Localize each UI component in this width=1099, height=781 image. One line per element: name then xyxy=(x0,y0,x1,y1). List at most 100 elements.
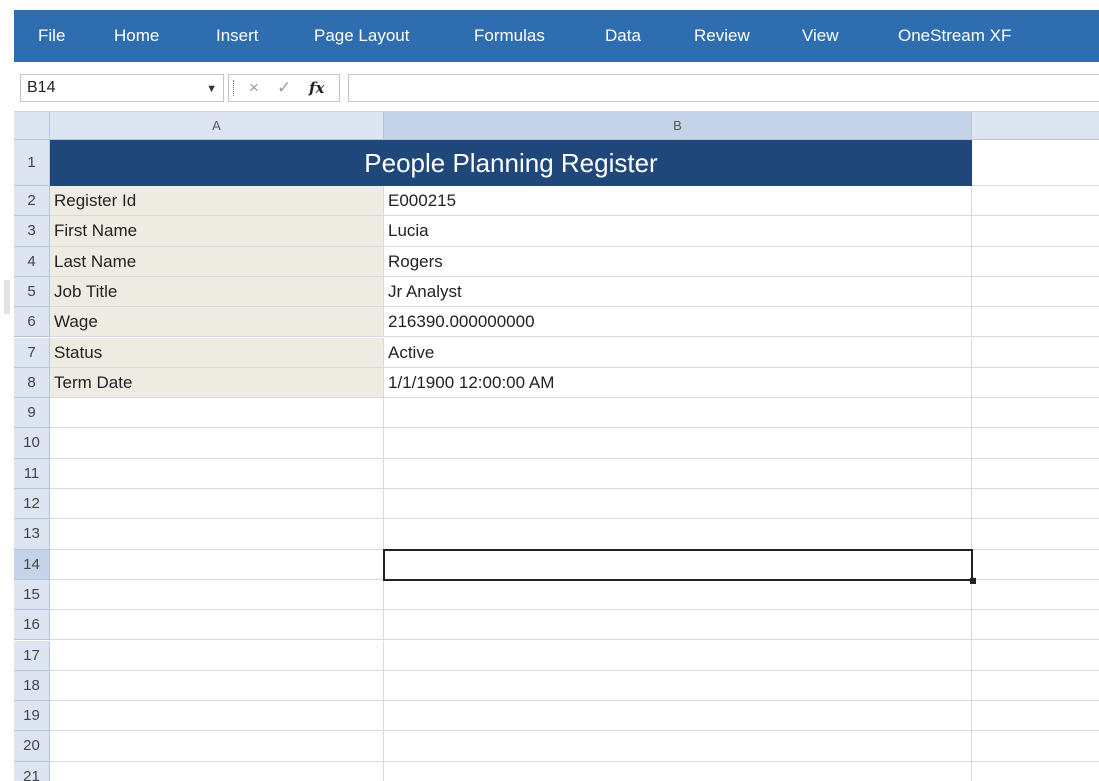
cell-c2[interactable] xyxy=(972,186,1099,217)
cell-b13[interactable] xyxy=(384,519,972,550)
tab-formulas[interactable]: Formulas xyxy=(474,10,545,62)
cell-c19[interactable] xyxy=(972,701,1099,732)
cell-a12[interactable] xyxy=(50,489,384,520)
row-header-12[interactable]: 12 xyxy=(14,489,50,520)
cell-c5[interactable] xyxy=(972,277,1099,308)
tab-file[interactable]: File xyxy=(38,10,65,62)
cell-c15[interactable] xyxy=(972,580,1099,611)
cell-b8[interactable]: 1/1/1900 12:00:00 AM xyxy=(384,367,972,399)
cell-b2[interactable]: E000215 xyxy=(384,186,972,217)
row-header-19[interactable]: 19 xyxy=(14,701,50,732)
cell-c18[interactable] xyxy=(972,671,1099,702)
cell-a21[interactable] xyxy=(50,761,384,781)
column-header-b[interactable]: B xyxy=(384,112,972,140)
cell-c7[interactable] xyxy=(972,338,1099,368)
cell-c6[interactable] xyxy=(972,307,1099,338)
select-all-corner[interactable] xyxy=(14,112,50,140)
row-header-20[interactable]: 20 xyxy=(14,731,50,762)
cell-a19[interactable] xyxy=(50,701,384,732)
cell-b4[interactable]: Rogers xyxy=(384,246,972,277)
cell-a3[interactable]: First Name xyxy=(50,216,384,247)
row-header-6[interactable]: 6 xyxy=(14,307,50,338)
cell-a5[interactable]: Job Title xyxy=(50,276,384,308)
row-header-9[interactable]: 9 xyxy=(14,398,50,429)
fill-handle[interactable] xyxy=(970,577,976,584)
cell-c9[interactable] xyxy=(972,398,1099,429)
insert-function-icon[interactable]: fx xyxy=(309,79,324,97)
cell-c12[interactable] xyxy=(972,489,1099,520)
row-header-4[interactable]: 4 xyxy=(14,246,50,277)
drag-handle-icon[interactable] xyxy=(233,80,234,96)
row-header-2[interactable]: 2 xyxy=(14,186,50,217)
column-header-a[interactable]: A xyxy=(50,112,384,140)
name-box[interactable]: B14 ▼ xyxy=(20,74,224,102)
cell-c21[interactable] xyxy=(972,762,1099,781)
cell-a11[interactable] xyxy=(50,458,384,489)
sheet-title[interactable]: People Planning Register xyxy=(50,140,972,186)
cell-b20[interactable] xyxy=(384,731,972,762)
tab-insert[interactable]: Insert xyxy=(216,10,259,62)
row-header-14[interactable]: 14 xyxy=(14,549,50,580)
tab-page-layout[interactable]: Page Layout xyxy=(314,10,409,62)
cell-c10[interactable] xyxy=(972,428,1099,459)
cell-b17[interactable] xyxy=(384,640,972,671)
cell-c4[interactable] xyxy=(972,247,1099,277)
cell-c8[interactable] xyxy=(972,368,1099,399)
cell-a18[interactable] xyxy=(50,670,384,702)
column-header-c[interactable] xyxy=(972,112,1099,140)
cell-a9[interactable] xyxy=(50,398,384,429)
row-header-1[interactable]: 1 xyxy=(14,140,50,186)
cell-a17[interactable] xyxy=(50,640,384,671)
tab-data[interactable]: Data xyxy=(605,10,641,62)
cell-a15[interactable] xyxy=(50,579,384,611)
cell-b16[interactable] xyxy=(384,610,972,641)
cell-a10[interactable] xyxy=(50,428,384,459)
cell-a4[interactable]: Last Name xyxy=(50,246,384,277)
cell-c1[interactable] xyxy=(972,140,1099,186)
cell-c3[interactable] xyxy=(972,216,1099,247)
cell-c14[interactable] xyxy=(972,550,1099,580)
cell-a8[interactable]: Term Date xyxy=(50,367,384,399)
row-header-18[interactable]: 18 xyxy=(14,670,50,702)
cell-b18[interactable] xyxy=(384,670,972,702)
cell-b5[interactable]: Jr Analyst xyxy=(384,276,972,308)
cell-a16[interactable] xyxy=(50,610,384,641)
formula-input[interactable] xyxy=(348,74,1099,102)
row-header-10[interactable]: 10 xyxy=(14,428,50,459)
cell-c17[interactable] xyxy=(972,641,1099,671)
cell-a6[interactable]: Wage xyxy=(50,307,384,338)
cell-c13[interactable] xyxy=(972,519,1099,550)
cell-c20[interactable] xyxy=(972,731,1099,762)
tab-review[interactable]: Review xyxy=(694,10,750,62)
cell-b7[interactable]: Active xyxy=(384,337,972,368)
tab-onestream-xf[interactable]: OneStream XF xyxy=(898,10,1011,62)
cell-b6[interactable]: 216390.000000000 xyxy=(384,307,972,338)
tab-view[interactable]: View xyxy=(802,10,839,62)
cell-a13[interactable] xyxy=(50,519,384,550)
cell-b15[interactable] xyxy=(384,579,972,611)
cell-b12[interactable] xyxy=(384,489,972,520)
cancel-icon[interactable]: × xyxy=(249,78,259,98)
chevron-down-icon[interactable]: ▼ xyxy=(206,83,217,95)
pane-resize-handle[interactable] xyxy=(4,280,10,314)
row-header-16[interactable]: 16 xyxy=(14,610,50,641)
cell-b11[interactable] xyxy=(384,458,972,489)
cell-c11[interactable] xyxy=(972,459,1099,489)
row-header-21[interactable]: 21 xyxy=(14,761,50,781)
cell-b21[interactable] xyxy=(384,761,972,781)
cell-a7[interactable]: Status xyxy=(50,337,384,368)
row-header-5[interactable]: 5 xyxy=(14,276,50,308)
cell-a2[interactable]: Register Id xyxy=(50,186,384,217)
row-header-7[interactable]: 7 xyxy=(14,337,50,368)
tab-home[interactable]: Home xyxy=(114,10,159,62)
cell-c16[interactable] xyxy=(972,610,1099,641)
row-header-15[interactable]: 15 xyxy=(14,579,50,611)
cell-b10[interactable] xyxy=(384,428,972,459)
row-header-11[interactable]: 11 xyxy=(14,458,50,489)
row-header-8[interactable]: 8 xyxy=(14,367,50,399)
row-header-3[interactable]: 3 xyxy=(14,216,50,247)
check-icon[interactable]: ✓ xyxy=(277,78,291,98)
cell-b3[interactable]: Lucia xyxy=(384,216,972,247)
cell-b19[interactable] xyxy=(384,701,972,732)
row-header-13[interactable]: 13 xyxy=(14,519,50,550)
